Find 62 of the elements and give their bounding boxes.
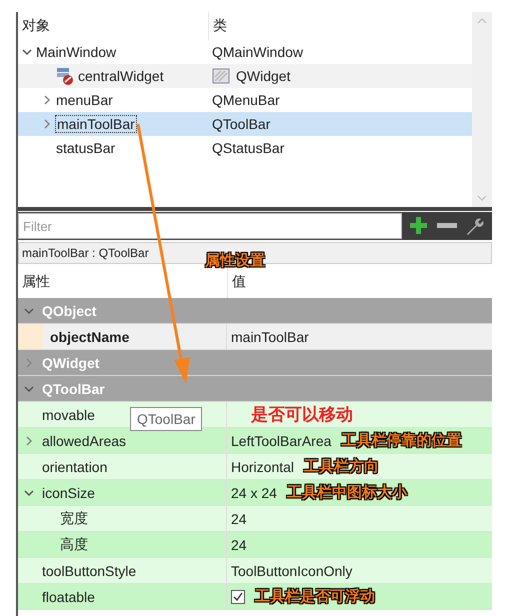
property-name: toolButtonStyle xyxy=(42,562,136,578)
object-name: MainWindow xyxy=(36,44,116,60)
property-row[interactable]: floatable 工具栏是否可浮动 xyxy=(18,584,492,610)
plus-icon xyxy=(409,216,429,236)
column-header: 值 xyxy=(231,273,246,291)
class-name: QToolBar xyxy=(212,116,270,132)
annotation: 是否可以移动 xyxy=(251,404,353,426)
property-value: 24 xyxy=(231,536,247,552)
property-name: floatable xyxy=(42,588,95,604)
property-row[interactable]: objectName mainToolBar xyxy=(18,324,492,350)
scroll-up-icon[interactable] xyxy=(477,18,487,24)
tooltip: QToolBar xyxy=(130,407,202,431)
wrench-icon xyxy=(465,216,485,236)
property-row[interactable]: 宽度 24 xyxy=(18,506,492,532)
add-button[interactable] xyxy=(408,215,430,237)
property-value: mainToolBar xyxy=(231,328,309,344)
property-value: 24 x 24 xyxy=(231,484,277,500)
class-name: QMenuBar xyxy=(212,92,280,108)
tree-row[interactable]: MainWindow QMainWindow xyxy=(18,40,472,64)
property-name: iconSize xyxy=(42,484,95,500)
tree-row[interactable]: statusBar QStatusBar xyxy=(18,136,472,160)
widget-icon xyxy=(56,67,74,85)
class-name: QMainWindow xyxy=(212,44,304,60)
object-name: centralWidget xyxy=(78,68,164,84)
property-value: 24 xyxy=(231,510,247,526)
object-name: statusBar xyxy=(56,140,116,156)
annotation: 工具栏中图标大小 xyxy=(286,483,407,502)
property-name: orientation xyxy=(42,458,108,474)
property-name: 宽度 xyxy=(60,510,88,528)
object-name: menuBar xyxy=(56,92,113,108)
group-name: QToolBar xyxy=(42,380,105,396)
scrollbar[interactable] xyxy=(472,12,492,207)
column-header: 对象 xyxy=(18,12,209,40)
property-row[interactable]: toolButtonStyle ToolButtonIconOnly xyxy=(18,558,492,584)
annotation: 工具栏方向 xyxy=(304,457,380,476)
class-name: QStatusBar xyxy=(212,140,284,156)
column-header: 类 xyxy=(212,17,227,35)
property-row[interactable]: allowedAreas LeftToolBarArea 工具栏停靠的位置 xyxy=(18,428,492,454)
property-name: movable xyxy=(42,406,95,422)
tree-row[interactable]: centralWidget QWidget xyxy=(18,64,472,88)
annotation: 工具栏停靠的位置 xyxy=(341,431,462,450)
class-name: QWidget xyxy=(236,68,290,84)
annotation: 工具栏是否可浮动 xyxy=(255,587,375,606)
tree-row[interactable]: menuBar QMenuBar xyxy=(18,88,472,112)
property-value: Horizontal xyxy=(231,458,294,474)
scroll-down-icon[interactable] xyxy=(477,195,487,201)
property-row[interactable]: iconSize 24 x 24 工具栏中图标大小 xyxy=(18,480,492,506)
property-name: 高度 xyxy=(60,536,88,554)
property-row[interactable]: 高度 24 xyxy=(18,532,492,558)
group-name: QObject xyxy=(42,302,96,318)
filter-field[interactable]: Filter xyxy=(18,213,402,239)
minus-icon xyxy=(437,223,457,229)
property-name: objectName xyxy=(50,328,130,344)
checkbox[interactable] xyxy=(231,590,245,604)
property-name: allowedAreas xyxy=(42,432,126,448)
property-value: ToolButtonIconOnly xyxy=(231,562,352,578)
property-value: LeftToolBarArea xyxy=(231,432,332,448)
property-row[interactable]: orientation Horizontal 工具栏方向 xyxy=(18,454,492,480)
widget-class-icon xyxy=(212,68,230,84)
object-name: mainToolBar xyxy=(56,116,136,132)
tree-row[interactable]: mainToolBar QToolBar xyxy=(18,112,472,136)
group-name: QWidget xyxy=(42,354,100,370)
